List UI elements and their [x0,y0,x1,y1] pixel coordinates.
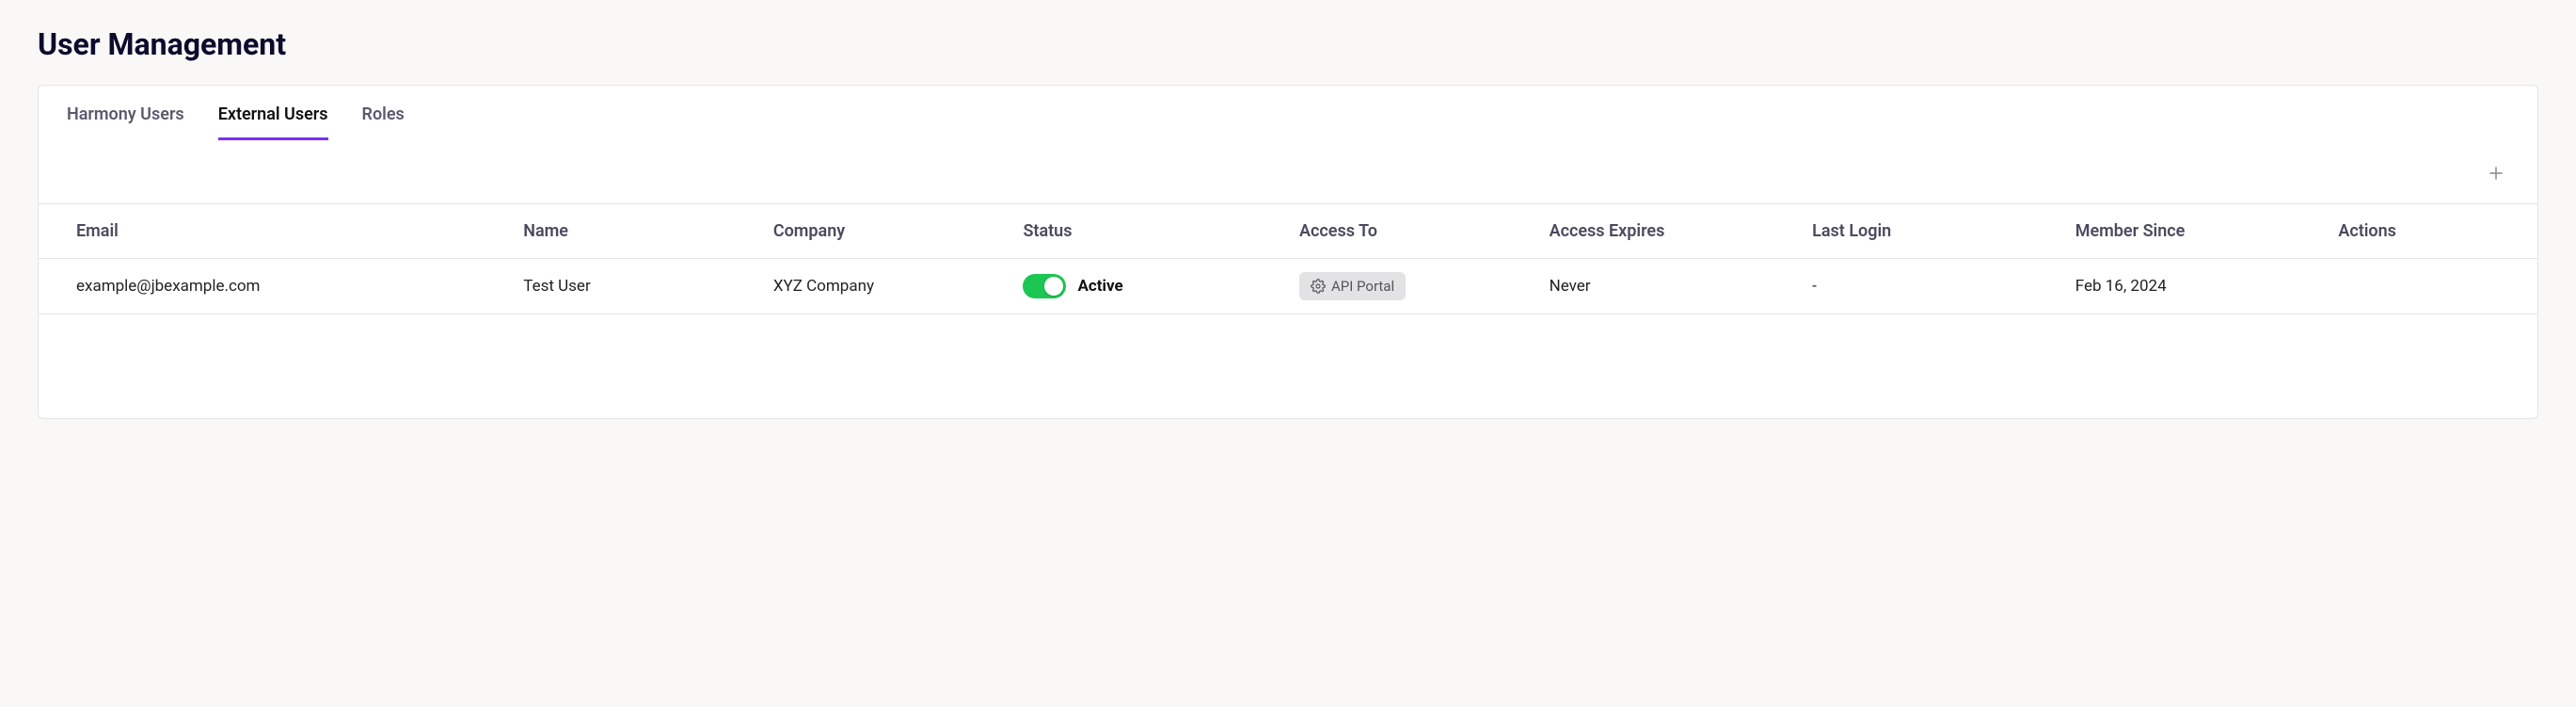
gear-icon [1311,279,1326,294]
table-header-row: Email Name Company Status Access To Acce… [39,204,2537,259]
cell-company: XYZ Company [762,259,1012,314]
panel-empty-area [39,314,2537,418]
cell-name: Test User [512,259,762,314]
cell-email: example@jbexample.com [39,259,512,314]
cell-actions [2327,259,2537,314]
col-email: Email [39,204,512,259]
tab-external-users[interactable]: External Users [218,86,328,140]
tab-harmony-users[interactable]: Harmony Users [67,86,184,140]
col-status: Status [1011,204,1288,259]
cell-access-to: API Portal [1288,259,1538,314]
cell-access-expires: Never [1538,259,1802,314]
status-toggle[interactable] [1023,274,1066,298]
col-name: Name [512,204,762,259]
plus-icon [2488,165,2504,182]
tab-bar: Harmony Users External Users Roles [39,86,2537,141]
access-chip[interactable]: API Portal [1299,272,1406,300]
tab-roles[interactable]: Roles [362,86,405,140]
cell-status: Active [1011,259,1288,314]
status-label: Active [1077,277,1122,296]
table-row: example@jbexample.com Test User XYZ Comp… [39,259,2537,314]
table-toolbar [39,141,2537,203]
col-actions: Actions [2327,204,2537,259]
page-title: User Management [38,26,2538,62]
col-access-expires: Access Expires [1538,204,1802,259]
col-member-since: Member Since [2064,204,2328,259]
cell-last-login: - [1801,259,2064,314]
col-last-login: Last Login [1801,204,2064,259]
cell-member-since: Feb 16, 2024 [2064,259,2328,314]
access-chip-label: API Portal [1331,278,1394,295]
external-users-table: Email Name Company Status Access To Acce… [39,203,2537,314]
user-management-panel: Harmony Users External Users Roles Email [38,85,2538,419]
col-company: Company [762,204,1012,259]
add-user-button[interactable] [2483,160,2509,186]
col-access-to: Access To [1288,204,1538,259]
